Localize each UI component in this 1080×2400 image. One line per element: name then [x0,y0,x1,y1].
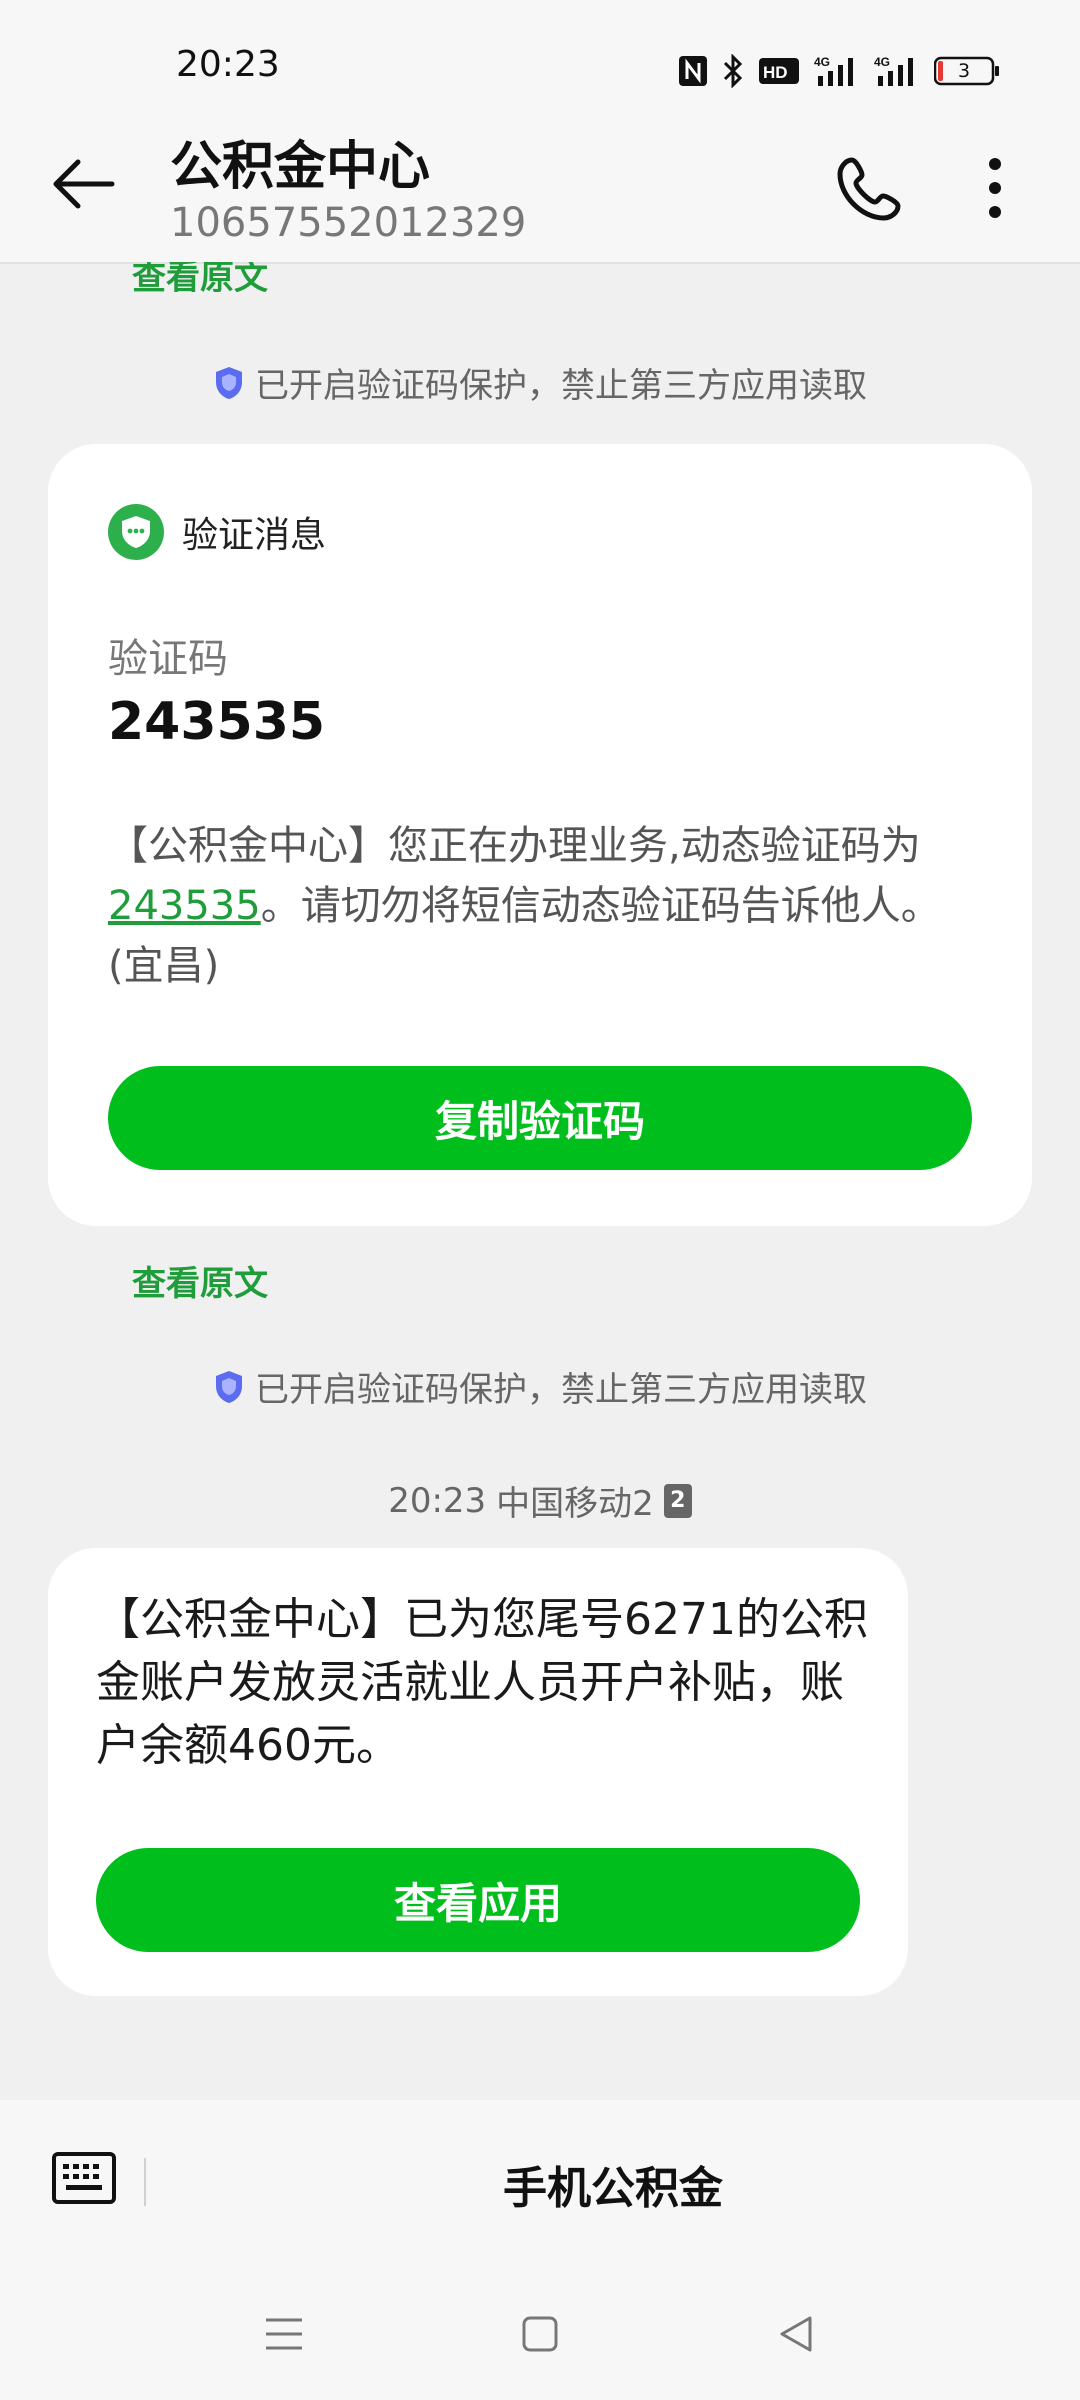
signal-4g-icon: 4G [814,54,860,88]
view-original-link[interactable]: 查看原文 [132,1256,268,1305]
verification-card: 验证消息 验证码 243535 【公积金中心】您正在办理业务,动态验证码为 243… [48,444,1032,1226]
message-carrier: 中国移动2 [496,1484,654,1524]
nav-back-button[interactable] [772,2310,820,2358]
header-background [0,100,1080,264]
nfc-icon [678,55,708,87]
protection-notice-text: 已开启验证码保护，禁止第三方应用读取 [255,366,867,406]
home-square-icon [522,2316,558,2352]
view-original-link-partial[interactable]: 查看原文 [132,262,432,292]
battery-level: 3 [957,60,971,82]
svg-text:4G: 4G [814,55,830,69]
message-code-link[interactable]: 243535 [108,883,261,929]
code-protection-notice: 已开启验证码保护，禁止第三方应用读取 [0,358,1080,407]
shield-icon [216,1370,242,1403]
svg-text:4G: 4G [874,55,890,69]
bottom-menu-title[interactable]: 手机公积金 [503,2163,723,2214]
bluetooth-icon [722,54,744,88]
nav-home-button[interactable] [516,2310,564,2358]
balance-message-text: 【公积金中心】已为您尾号6271的公积金账户发放灵活就业人员开户补贴，账户余额4… [96,1594,868,1771]
verification-message: 【公积金中心】您正在办理业务,动态验证码为243535。请切勿将短信动态验证码告… [108,816,988,996]
keyboard-button[interactable] [52,2152,116,2204]
more-vertical-icon [989,158,1001,218]
contact-name: 公积金中心 [170,137,431,197]
shield-icon [216,366,242,399]
view-app-button[interactable]: 查看应用 [96,1848,860,1952]
verify-badge: 验证消息 [108,504,326,560]
battery-icon: 3 [934,56,1000,86]
message-shield-icon [108,504,164,560]
message-meta: 20:23 中国移动2 2 [0,1476,1080,1525]
status-icons: HD 4G 4G 3 [678,50,1000,92]
status-time: 20:23 [176,44,280,85]
verify-badge-label: 验证消息 [182,515,327,556]
keyboard-icon [52,2152,116,2204]
back-button[interactable] [44,144,124,224]
code-value[interactable]: 243535 [108,692,325,752]
copy-code-button[interactable]: 复制验证码 [108,1066,972,1170]
bottom-divider [144,2158,146,2206]
nav-menu-button[interactable] [260,2310,308,2358]
hd-icon: HD [758,56,800,86]
code-protection-notice-2: 已开启验证码保护，禁止第三方应用读取 [0,1362,1080,1411]
back-triangle-icon [780,2316,812,2352]
code-label: 验证码 [108,636,228,682]
message-time: 20:23 [388,1480,487,1521]
contact-number: 10657552012329 [170,200,527,246]
more-options-button[interactable] [970,148,1020,228]
balance-message-card: 【公积金中心】已为您尾号6271的公积金账户发放灵活就业人员开户补贴，账户余额4… [48,1548,908,1996]
phone-icon [837,157,901,221]
call-button[interactable] [830,148,910,228]
sim-badge: 2 [663,1483,692,1518]
view-original-link-top-text: 查看原文 [132,262,268,292]
menu-icon [266,2318,302,2350]
signal-4g-icon: 4G [874,54,920,88]
protection-notice-text-2: 已开启验证码保护，禁止第三方应用读取 [255,1370,867,1410]
back-arrow-icon [53,159,115,209]
svg-text:HD: HD [763,63,788,82]
bottom-menu: 手机公积金 [0,2152,1080,2216]
message-prefix: 【公积金中心】您正在办理业务,动态验证码为 [108,823,921,869]
